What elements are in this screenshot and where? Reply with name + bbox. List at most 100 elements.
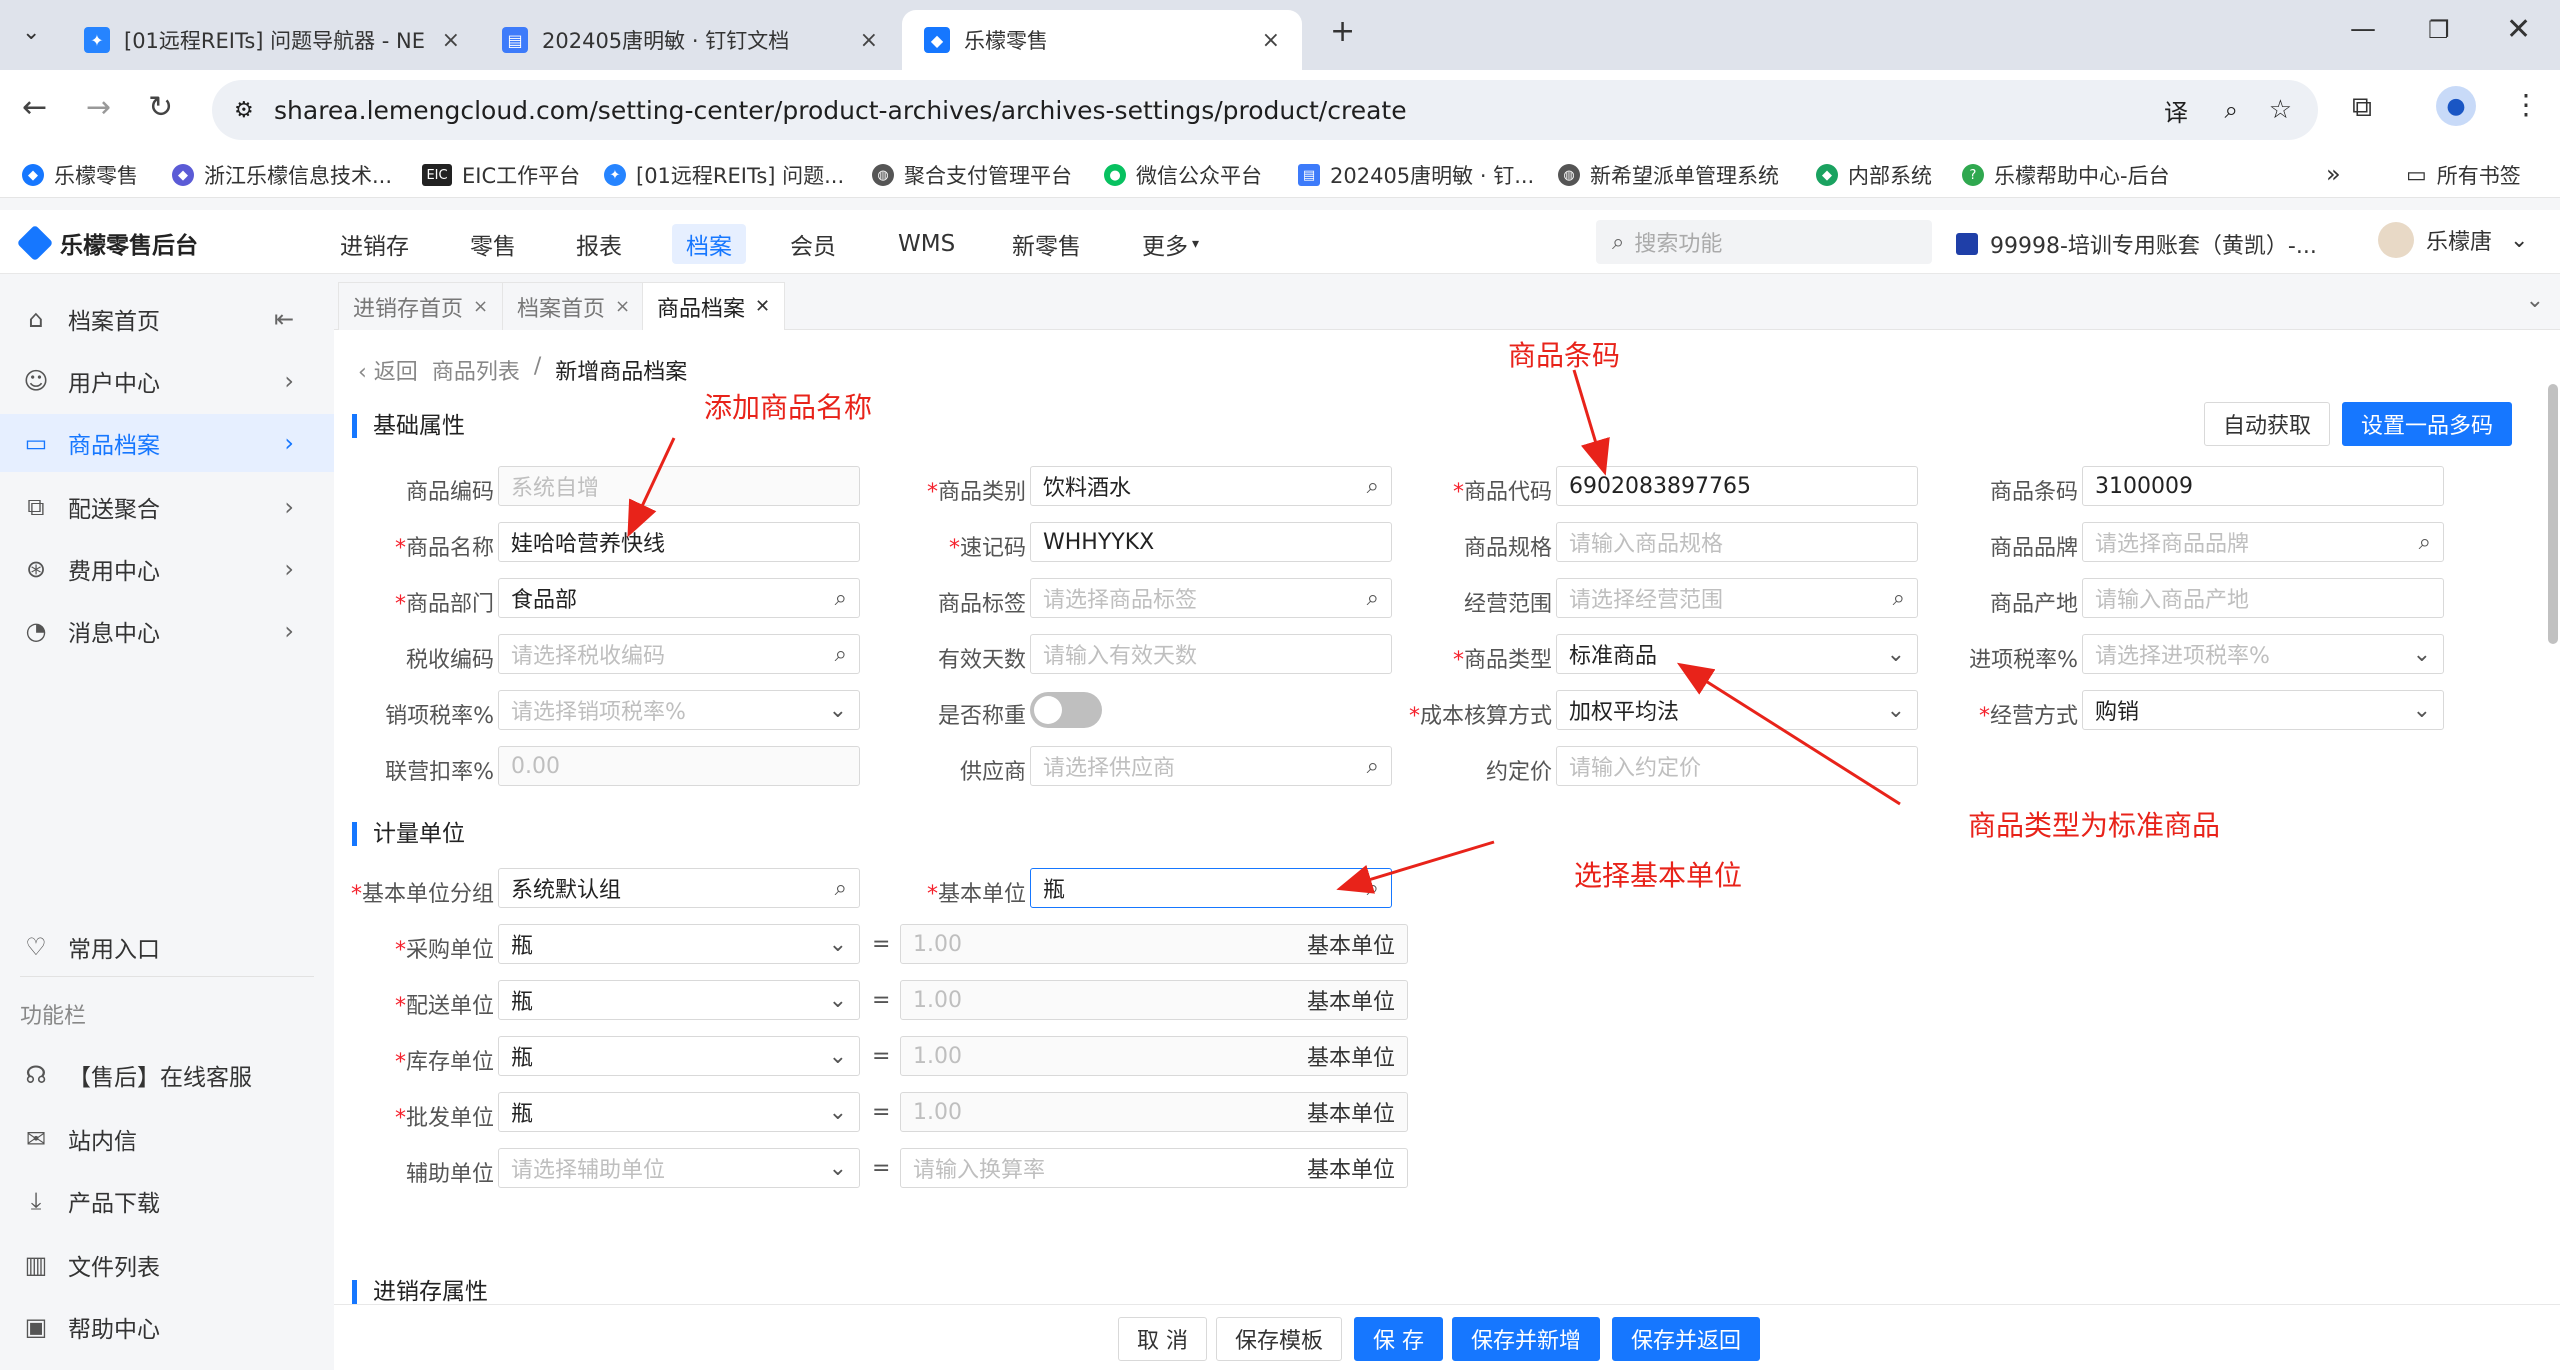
item-code-input[interactable]: 6902083897765 bbox=[1556, 466, 1918, 506]
nav-jxc[interactable]: 进销存 bbox=[326, 224, 423, 264]
close-icon[interactable]: × bbox=[442, 28, 460, 53]
save-and-back-button[interactable]: 保存并返回 bbox=[1612, 1317, 1761, 1361]
joint-rate-input[interactable]: 0.00 bbox=[498, 746, 860, 786]
delivery-ratio-input[interactable]: 1.00 基本单位 bbox=[900, 980, 1408, 1020]
menu-icon[interactable]: ⋮ bbox=[2512, 88, 2540, 121]
nav-archive[interactable]: 档案 bbox=[672, 224, 746, 264]
translate-icon[interactable]: 译 bbox=[2164, 93, 2188, 128]
tag-select[interactable]: 请选择商品标签 ⌕ bbox=[1030, 578, 1392, 618]
minimize-icon[interactable]: — bbox=[2350, 14, 2376, 44]
tab-jxc-home[interactable]: 进销存首页 × bbox=[338, 282, 504, 330]
zoom-icon[interactable]: ⌕ bbox=[2225, 96, 2238, 124]
aux-unit-select[interactable]: 请选择辅助单位 ⌄ bbox=[498, 1148, 860, 1188]
nav-more[interactable]: 更多 ▾ bbox=[1128, 224, 1213, 264]
stock-ratio-input[interactable]: 1.00 基本单位 bbox=[900, 1036, 1408, 1076]
purchase-ratio-input[interactable]: 1.00 基本单位 bbox=[900, 924, 1408, 964]
in-tax-select[interactable]: 请选择进项税率% ⌄ bbox=[2082, 634, 2444, 674]
auto-fetch-button[interactable]: 自动获取 bbox=[2204, 402, 2331, 446]
sidebar-item-archive-home[interactable]: ⌂ 档案首页 ⇤ bbox=[0, 290, 334, 348]
out-tax-select[interactable]: 请选择销项税率% ⌄ bbox=[498, 690, 860, 730]
close-icon[interactable]: × bbox=[615, 296, 630, 317]
nav-wms[interactable]: WMS bbox=[884, 224, 969, 264]
scrollbar[interactable] bbox=[2548, 384, 2558, 644]
tax-code-select[interactable]: 请选择税收编码 ⌕ bbox=[498, 634, 860, 674]
breadcrumb-list-link[interactable]: 商品列表 bbox=[432, 354, 520, 386]
bookmark-star-icon[interactable]: ☆ bbox=[2269, 95, 2292, 125]
sidebar-item-message[interactable]: ◔ 消息中心 › bbox=[0, 602, 334, 660]
sidebar-item-help[interactable]: ▣ 帮助中心 bbox=[0, 1298, 334, 1356]
tab-list-chevron-icon[interactable]: ⌄ bbox=[22, 20, 40, 45]
wholesale-unit-select[interactable]: 瓶 ⌄ bbox=[498, 1092, 860, 1132]
tab-product-archive[interactable]: 商品档案 ✕ bbox=[642, 282, 786, 330]
agreed-price-input[interactable]: 请输入约定价 bbox=[1556, 746, 1918, 786]
user-menu[interactable]: 乐檬唐 ⌄ bbox=[2378, 222, 2528, 258]
sidebar-item-product-archive[interactable]: ▭ 商品档案 › bbox=[0, 414, 334, 472]
nav-new-retail[interactable]: 新零售 bbox=[998, 224, 1095, 264]
aux-ratio-input[interactable]: 请输入换算率 基本单位 bbox=[900, 1148, 1408, 1188]
profile-avatar[interactable]: ● bbox=[2436, 86, 2476, 126]
browser-tab-lemeng[interactable]: ◆ 乐檬零售 × bbox=[902, 10, 1302, 70]
dept-select[interactable]: 食品部 ⌕ bbox=[498, 578, 860, 618]
stock-unit-select[interactable]: 瓶 ⌄ bbox=[498, 1036, 860, 1076]
browser-tab-dingtalk[interactable]: ▤ 202405唐明敏 · 钉钉文档 × bbox=[480, 10, 900, 70]
bookmark-item[interactable]: EIC EIC工作平台 bbox=[422, 160, 580, 190]
nav-retail[interactable]: 零售 bbox=[456, 224, 530, 264]
name-input[interactable]: 娃哈哈营养快线 bbox=[498, 522, 860, 562]
window-close-icon[interactable]: ✕ bbox=[2506, 12, 2531, 47]
nav-member[interactable]: 会员 bbox=[776, 224, 850, 264]
brand-select[interactable]: 请选择商品品牌 ⌕ bbox=[2082, 522, 2444, 562]
cancel-button[interactable]: 取 消 bbox=[1118, 1317, 1207, 1361]
delivery-unit-select[interactable]: 瓶 ⌄ bbox=[498, 980, 860, 1020]
sidebar-item-support[interactable]: ☊ 【售后】在线客服 bbox=[0, 1046, 334, 1104]
valid-days-input[interactable]: 请输入有效天数 bbox=[1030, 634, 1392, 674]
all-bookmarks[interactable]: ▭ 所有书签 bbox=[2406, 160, 2521, 190]
spec-input[interactable]: 请输入商品规格 bbox=[1556, 522, 1918, 562]
purchase-unit-select[interactable]: 瓶 ⌄ bbox=[498, 924, 860, 964]
nav-report[interactable]: 报表 bbox=[562, 224, 636, 264]
close-icon[interactable]: × bbox=[473, 296, 488, 317]
tab-archive-home[interactable]: 档案首页 × bbox=[502, 282, 646, 330]
bookmark-item[interactable]: ◍ 新希望派单管理系统 bbox=[1558, 160, 1779, 190]
save-and-new-button[interactable]: 保存并新增 bbox=[1452, 1317, 1601, 1361]
wholesale-ratio-input[interactable]: 1.00 基本单位 bbox=[900, 1092, 1408, 1132]
tabs-chevron-down-icon[interactable]: ⌄ bbox=[2526, 288, 2544, 313]
supplier-select[interactable]: 请选择供应商 ⌕ bbox=[1030, 746, 1392, 786]
account-selector[interactable]: 99998-培训专用账套（黄凯）-... bbox=[1956, 228, 2317, 260]
sidebar-item-delivery[interactable]: ⧉ 配送聚合 › bbox=[0, 478, 334, 536]
bookmark-item[interactable]: ● 微信公众平台 bbox=[1104, 160, 1262, 190]
browser-tab-reits[interactable]: ✦ [01远程REITs] 问题导航器 - NE × bbox=[62, 10, 482, 70]
sidebar-item-inbox[interactable]: ✉ 站内信 bbox=[0, 1110, 334, 1168]
back-icon[interactable]: ← bbox=[22, 90, 47, 125]
more-bookmarks-icon[interactable]: » bbox=[2326, 160, 2341, 188]
sidebar-item-user-center[interactable]: ☺ 用户中心 › bbox=[0, 352, 334, 410]
biz-mode-select[interactable]: 购销 ⌄ bbox=[2082, 690, 2444, 730]
barcode-input[interactable]: 3100009 bbox=[2082, 466, 2444, 506]
sidebar-item-fee[interactable]: ⊛ 费用中心 › bbox=[0, 540, 334, 598]
cost-select[interactable]: 加权平均法 ⌄ bbox=[1556, 690, 1918, 730]
bookmark-item[interactable]: ◆ 浙江乐檬信息技术... bbox=[172, 160, 392, 190]
restore-icon[interactable]: ❐ bbox=[2428, 16, 2450, 44]
unit-group-select[interactable]: 系统默认组 ⌕ bbox=[498, 868, 860, 908]
close-icon[interactable]: ✕ bbox=[755, 296, 770, 317]
sidebar-item-download[interactable]: ⤓ 产品下载 bbox=[0, 1172, 334, 1230]
quick-code-input[interactable]: WHHYYKX bbox=[1030, 522, 1392, 562]
feature-search-input[interactable]: ⌕ 搜索功能 bbox=[1596, 220, 1932, 264]
sidebar-item-files[interactable]: ▥ 文件列表 bbox=[0, 1236, 334, 1294]
bookmark-item[interactable]: ✦ [01远程REITs] 问题... bbox=[604, 160, 844, 190]
sidebar-item-common[interactable]: ♡ 常用入口 bbox=[0, 918, 334, 976]
close-icon[interactable]: × bbox=[1262, 28, 1280, 53]
bookmark-item[interactable]: ▤ 202405唐明敏 · 钉... bbox=[1298, 160, 1534, 190]
app-logo[interactable]: 乐檬零售后台 bbox=[16, 224, 198, 262]
bookmark-item[interactable]: ◍ 聚合支付管理平台 bbox=[872, 160, 1072, 190]
collapse-icon[interactable]: ⇤ bbox=[274, 305, 294, 333]
bookmark-item[interactable]: ◆ 乐檬零售 bbox=[22, 160, 138, 190]
bookmark-item[interactable]: ◆ 内部系统 bbox=[1816, 160, 1932, 190]
site-info-icon[interactable]: ⚙ bbox=[234, 98, 254, 123]
back-link[interactable]: ‹ 返回 bbox=[358, 354, 418, 386]
type-select[interactable]: 标准商品 ⌄ bbox=[1556, 634, 1918, 674]
category-select[interactable]: 饮料酒水 ⌕ bbox=[1030, 466, 1392, 506]
reload-icon[interactable]: ↻ bbox=[148, 90, 173, 125]
bookmark-item[interactable]: ? 乐檬帮助中心-后台 bbox=[1962, 160, 2170, 190]
base-unit-select[interactable]: 瓶 ⌕ bbox=[1030, 868, 1392, 908]
url-input[interactable]: ⚙ sharea.lemengcloud.com/setting-center/… bbox=[212, 80, 2318, 140]
